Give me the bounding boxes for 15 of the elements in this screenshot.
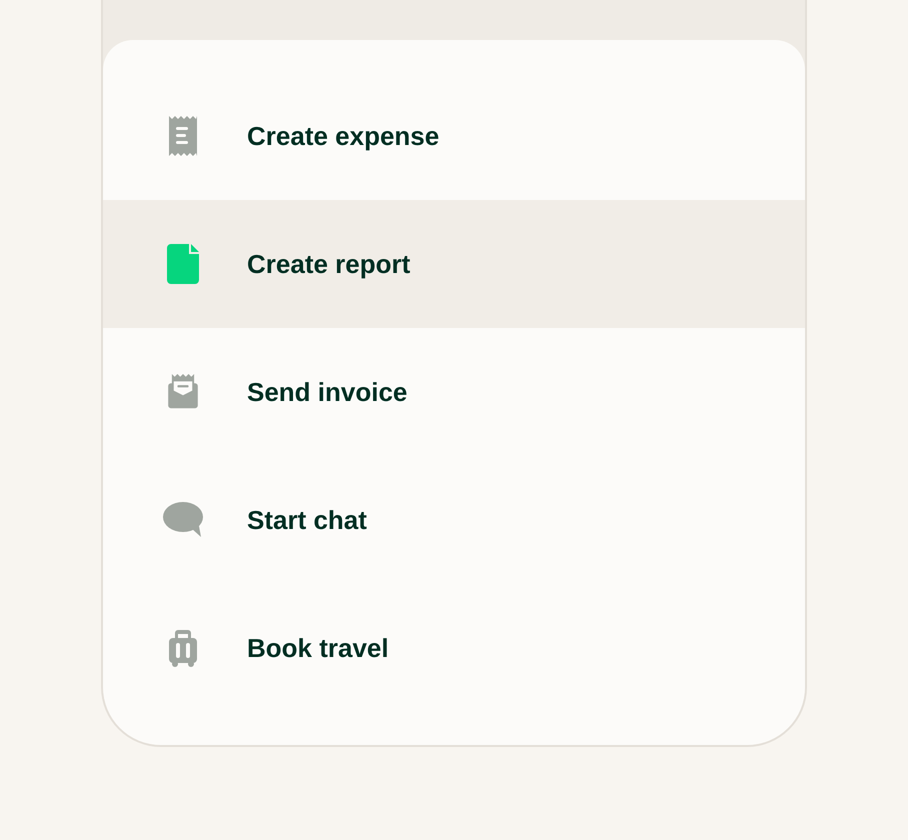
- menu-label: Send invoice: [247, 376, 408, 408]
- menu-label: Start chat: [247, 504, 367, 536]
- envelope-icon: [167, 374, 199, 410]
- menu-item[interactable]: Start chat: [103, 456, 805, 584]
- menu-item[interactable]: Book travel: [103, 584, 805, 712]
- menu-item[interactable]: Create expense: [103, 72, 805, 200]
- receipt-icon: [167, 116, 199, 156]
- menu-item[interactable]: Send invoice: [103, 328, 805, 456]
- menu-label: Create report: [247, 248, 410, 280]
- document-icon: [167, 244, 199, 284]
- menu-item[interactable]: Create report: [103, 200, 805, 328]
- menu-label: Book travel: [247, 632, 389, 664]
- suitcase-icon: [169, 630, 197, 666]
- menu-label: Create expense: [247, 120, 440, 152]
- speech-bubble-icon: [163, 502, 203, 538]
